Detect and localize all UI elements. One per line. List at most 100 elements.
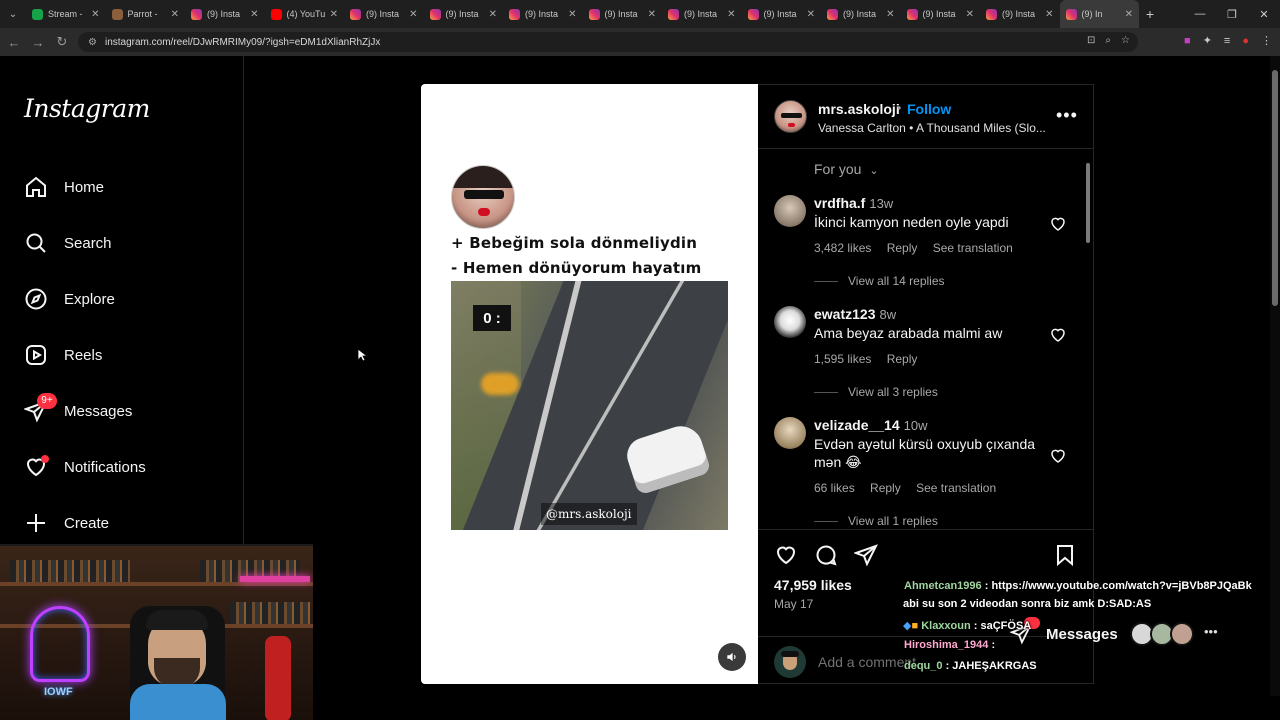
extensions-puzzle-icon[interactable]: ✦	[1203, 34, 1212, 47]
commenter-username[interactable]: velizade__14 10w	[814, 417, 927, 433]
browser-tab[interactable]: (9) Insta ✕	[424, 0, 504, 28]
like-icon[interactable]	[774, 543, 798, 567]
browser-tab[interactable]: Parrot - ✕	[106, 0, 186, 28]
save-bookmark-icon[interactable]	[1053, 543, 1077, 567]
instagram-logo[interactable]: Instagram	[24, 94, 150, 123]
comment-filter-dropdown[interactable]: For you ⌄	[814, 161, 879, 177]
sidebar-item-explore[interactable]: Explore	[24, 283, 115, 315]
see-translation-button[interactable]: See translation	[933, 241, 1013, 255]
browser-tab-bar: ⌄ Stream - ✕ Parrot - ✕ (9) Insta ✕ (4) YouTu ✕…	[0, 0, 1280, 28]
browser-tab[interactable]: (9) Insta ✕	[503, 0, 583, 28]
close-window-icon[interactable]: ✕	[1248, 8, 1280, 21]
media-control-icon[interactable]: ≡	[1224, 35, 1230, 47]
address-bar[interactable]: ⚙ instagram.com/reel/DJwRMRIMy09/?igsh=e…	[78, 32, 1138, 52]
reload-icon[interactable]: ↻	[50, 34, 74, 50]
close-tab-icon[interactable]: ✕	[409, 9, 417, 20]
commenter-avatar[interactable]	[774, 306, 806, 338]
reply-button[interactable]: Reply	[887, 241, 918, 255]
commenter-username[interactable]: ewatz123 8w	[814, 306, 896, 322]
browser-tab[interactable]: (9) Insta ✕	[821, 0, 901, 28]
like-comment-icon[interactable]	[1049, 326, 1067, 344]
commenter-avatar[interactable]	[774, 195, 806, 227]
mute-button[interactable]	[718, 643, 746, 671]
tab-title: (4) YouTu	[286, 9, 326, 19]
reply-button[interactable]: Reply	[870, 481, 901, 495]
sidebar-item-messages[interactable]: 9+ Messages	[24, 393, 132, 427]
new-tab-button[interactable]: +	[1139, 6, 1161, 22]
like-comment-icon[interactable]	[1049, 215, 1067, 233]
sidebar-item-reels[interactable]: Reels	[24, 339, 102, 371]
tab-title: (9) Insta	[843, 9, 877, 19]
close-tab-icon[interactable]: ✕	[1125, 9, 1133, 20]
minimize-icon[interactable]: —	[1184, 8, 1216, 20]
audio-link[interactable]: Vanessa Carlton • A Thousand Miles (Slo.…	[818, 121, 1046, 135]
more-icon[interactable]: •••	[1204, 624, 1218, 639]
profile-icon[interactable]: ●	[1242, 35, 1249, 47]
close-tab-icon[interactable]: ✕	[648, 9, 656, 20]
close-tab-icon[interactable]: ✕	[568, 9, 576, 20]
post-like-count[interactable]: 47,959 likes	[774, 577, 852, 593]
sidebar-item-create[interactable]: Create	[24, 507, 109, 539]
close-tab-icon[interactable]: ✕	[727, 9, 735, 20]
browser-tab[interactable]: (9) Insta ✕	[742, 0, 822, 28]
reel-video-frame[interactable]: 0 : @mrs.askoloji	[451, 281, 728, 530]
view-replies-button[interactable]: View all 14 replies	[814, 274, 945, 288]
comment-likes[interactable]: 3,482 likes	[814, 241, 871, 255]
bookmark-star-icon[interactable]: ☆	[1121, 35, 1130, 46]
view-replies-button[interactable]: View all 1 replies	[814, 514, 938, 528]
author-username[interactable]: mrs.askoloji	[818, 101, 900, 117]
reel-video[interactable]: + Bebeğim sola dönmeliydin - Hemen dönüy…	[421, 84, 758, 684]
sidebar-item-notifications[interactable]: Notifications	[24, 451, 146, 483]
browser-tab[interactable]: (9) Insta ✕	[901, 0, 981, 28]
comments-scrollbar[interactable]	[1084, 153, 1092, 529]
view-replies-button[interactable]: View all 3 replies	[814, 385, 938, 399]
close-tab-icon[interactable]: ✕	[171, 9, 179, 20]
commenter-avatar[interactable]	[774, 417, 806, 449]
zoom-icon[interactable]: ⌕	[1105, 35, 1111, 46]
browser-tab[interactable]: (9) Insta ✕	[662, 0, 742, 28]
comment-likes[interactable]: 66 likes	[814, 481, 855, 495]
comment-likes[interactable]: 1,595 likes	[814, 352, 871, 366]
streamer-webcam: IOWF	[0, 544, 313, 720]
close-tab-icon[interactable]: ✕	[489, 9, 497, 20]
browser-tab[interactable]: (9) Insta ✕	[344, 0, 424, 28]
browser-tab[interactable]: Stream - ✕	[26, 0, 106, 28]
comment-icon[interactable]	[814, 543, 838, 567]
see-translation-button[interactable]: See translation	[916, 481, 996, 495]
forward-icon[interactable]: →	[26, 35, 50, 50]
install-app-icon[interactable]: ⊡	[1087, 35, 1095, 46]
extension-icon[interactable]: ■	[1184, 35, 1191, 47]
author-avatar[interactable]	[774, 100, 807, 133]
like-comment-icon[interactable]	[1049, 447, 1067, 465]
close-tab-icon[interactable]: ✕	[807, 9, 815, 20]
browser-tab[interactable]: (9) In ✕	[1059, 0, 1139, 28]
site-info-icon[interactable]: ⚙	[88, 37, 97, 48]
browser-tab[interactable]: (9) Insta ✕	[980, 0, 1060, 28]
close-tab-icon[interactable]: ✕	[250, 9, 258, 20]
more-options-icon[interactable]: •••	[1056, 105, 1078, 126]
comment-filter-label: For you	[814, 161, 862, 177]
close-tab-icon[interactable]: ✕	[966, 9, 974, 20]
browser-menu-icon[interactable]: ⋮	[1261, 34, 1272, 47]
stream-icon	[32, 8, 43, 20]
sidebar-item-search[interactable]: Search	[24, 227, 112, 259]
restore-icon[interactable]: ❐	[1216, 8, 1248, 21]
browser-tab[interactable]: (9) Insta ✕	[583, 0, 663, 28]
share-icon[interactable]	[854, 543, 878, 567]
browser-tab[interactable]: (4) YouTu ✕	[265, 0, 345, 28]
close-tab-icon[interactable]: ✕	[886, 9, 894, 20]
browser-tab[interactable]: (9) Insta ✕	[185, 0, 265, 28]
tab-search-icon[interactable]: ⌄	[0, 9, 26, 20]
messages-badge: 9+	[37, 393, 57, 409]
follow-button[interactable]: Follow	[907, 101, 951, 117]
close-tab-icon[interactable]: ✕	[330, 9, 338, 20]
messenger-icon: 9+	[24, 393, 57, 423]
close-tab-icon[interactable]: ✕	[91, 9, 99, 20]
page-scrollbar[interactable]	[1270, 56, 1280, 696]
sidebar-item-home[interactable]: Home	[24, 171, 104, 203]
commenter-username[interactable]: vrdfha.f 13w	[814, 195, 893, 211]
back-icon[interactable]: ←	[2, 35, 26, 50]
window-controls: — ❐ ✕	[1184, 0, 1280, 28]
close-tab-icon[interactable]: ✕	[1045, 9, 1053, 20]
reply-button[interactable]: Reply	[887, 352, 918, 366]
